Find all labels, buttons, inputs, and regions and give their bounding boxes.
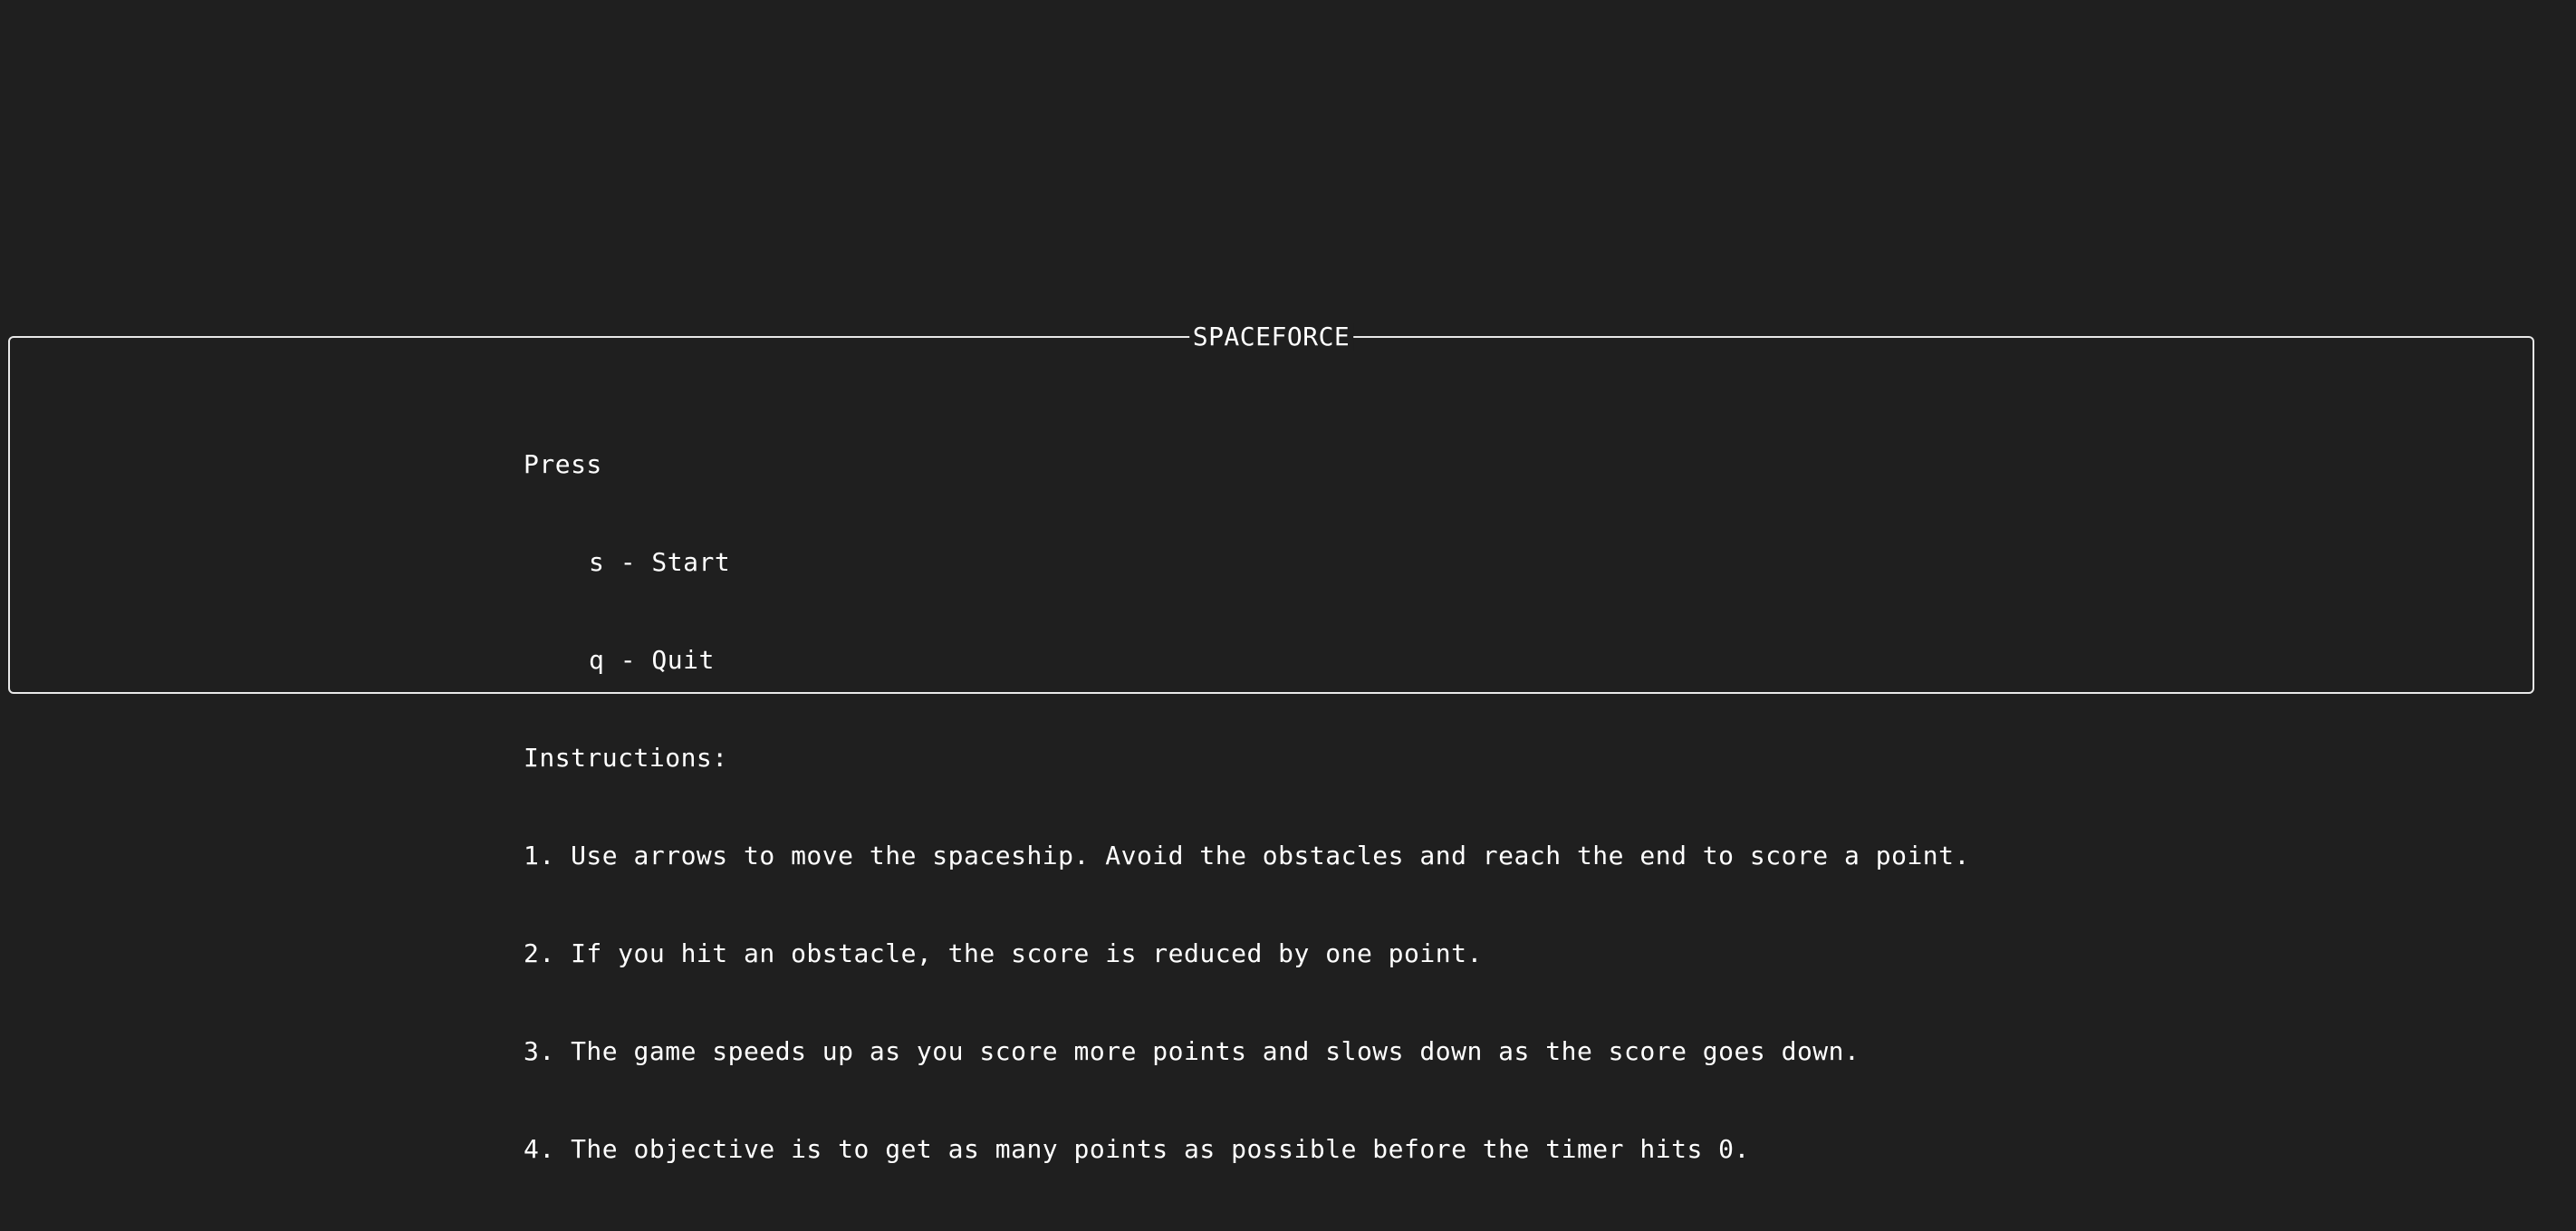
- start-option[interactable]: s - Start: [524, 546, 1970, 579]
- press-label: Press: [524, 449, 602, 479]
- start-menu-box: SPACEFORCE Press s - Start q - Quit Inst…: [8, 323, 2534, 1164]
- instruction-item: 1. Use arrows to move the spaceship. Avo…: [524, 841, 1970, 870]
- game-title: SPACEFORCE: [1188, 323, 1354, 351]
- instructions-heading: Instructions:: [524, 743, 728, 773]
- menu-content: Press s - Start q - Quit Instructions: 1…: [524, 383, 1970, 1231]
- instruction-item: 4. The objective is to get as many point…: [524, 1134, 1750, 1164]
- quit-option[interactable]: q - Quit: [524, 644, 1970, 677]
- instruction-item: 2. If you hit an obstacle, the score is …: [524, 938, 1483, 968]
- instruction-item: 3. The game speeds up as you score more …: [524, 1036, 1860, 1066]
